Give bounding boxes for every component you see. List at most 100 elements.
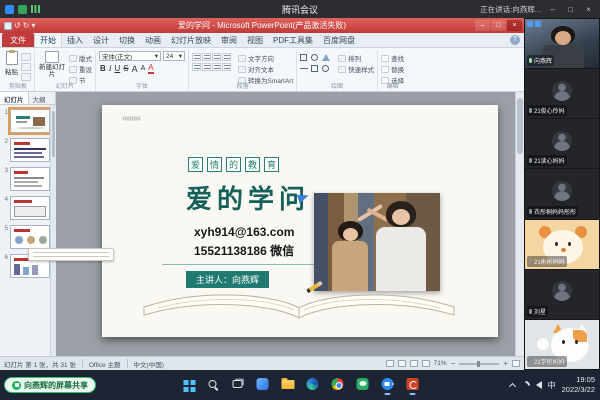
shape-oval-icon[interactable] [322,65,329,72]
arrange-button[interactable]: 排列 [338,53,374,63]
tab-animations[interactable]: 动画 [140,33,166,47]
shrink-font-button[interactable]: A [141,64,146,74]
tray-expand-icon[interactable] [509,382,516,389]
wifi-icon[interactable] [519,379,532,392]
tab-insert[interactable]: 插入 [62,33,88,47]
slide-thumbnail[interactable] [10,138,50,162]
scrollbar-thumb[interactable] [52,111,55,157]
slide-scrollbar-thumb[interactable] [517,98,523,154]
participant-tile[interactable]: 21读心妈妈 [525,119,599,168]
zoom-slider-knob[interactable] [477,361,480,367]
layout-button[interactable]: 版式 [69,53,92,63]
slide-thumbnail[interactable] [10,109,50,133]
ppt-restore-button[interactable]: □ [491,20,506,31]
reading-view-icon[interactable] [410,360,418,367]
tab-pdf-tools[interactable]: PDF工具集 [268,33,318,47]
tab-transitions[interactable]: 切换 [114,33,140,47]
screen-share-toast[interactable]: 向燕辉的屏幕共享 [4,377,96,393]
cut-icon[interactable] [21,53,31,61]
font-size-select[interactable]: 24 ▾ [163,51,185,61]
tab-baidu-netdisk[interactable]: 百度网盘 [318,33,360,47]
shapes-gallery[interactable] [300,51,331,74]
participant-tile[interactable]: 刘星 [525,270,599,319]
ppt-close-button[interactable]: × [507,20,522,31]
slide-sorter-icon[interactable] [398,360,406,367]
italic-button[interactable]: I [109,64,112,74]
shape-rect-icon[interactable] [311,65,318,72]
start-button[interactable] [180,375,196,393]
normal-view-icon[interactable] [386,360,394,367]
help-icon[interactable]: ? [510,35,520,45]
zoom-out-button[interactable]: − [451,360,456,368]
font-color-button[interactable]: A [148,63,153,74]
slide-scrollbar[interactable] [515,92,524,356]
slide-editing-area[interactable]: «««« 爱 情 的 教 育 爱的学问 xyh914@163.com 15521… [56,92,524,356]
slide-canvas[interactable]: «««« 爱 情 的 教 育 爱的学问 xyh914@163.com 15521… [102,105,498,337]
theme-name[interactable]: Office 主题 [89,359,121,369]
reset-button[interactable]: 重设 [69,64,92,74]
participant-tile[interactable]: 衣彤桐妈妈彤彤 [525,169,599,218]
task-view-button[interactable] [230,375,246,393]
slide-thumbnail[interactable] [10,167,50,191]
copy-icon[interactable] [21,63,31,71]
fit-to-window-icon[interactable] [512,360,520,367]
search-button[interactable] [205,375,221,393]
participant-tile[interactable]: 21彬彬妈妈 [525,220,599,269]
volume-icon[interactable] [536,381,542,389]
grow-font-button[interactable]: A [132,64,138,74]
slide-thumbnail[interactable] [10,196,50,220]
encryption-shield-icon[interactable] [18,5,27,14]
text-direction-button[interactable]: 文字方向 [238,53,293,63]
participant-tile[interactable]: 21俊心伶妈 [525,69,599,118]
shape-triangle-icon[interactable] [322,54,330,61]
participant-tile[interactable]: 向燕辉 [525,19,599,68]
tab-view[interactable]: 视图 [242,33,268,47]
numbering-icon[interactable] [202,53,211,61]
shape-square-icon[interactable] [300,54,307,61]
redo-icon[interactable]: ↻ [23,22,30,30]
tab-file[interactable]: 文件 [2,33,34,47]
meeting-close-button[interactable]: × [582,3,595,16]
align-left-icon[interactable] [192,63,201,71]
save-icon[interactable] [4,22,12,30]
participant-tile[interactable]: 21学彤妈妈 [525,320,599,369]
underline-button[interactable]: U [114,64,120,74]
quick-styles-button[interactable]: 快速样式 [338,64,374,74]
shape-circle-icon[interactable] [311,54,318,61]
pane-tab-outline[interactable]: 大纲 [29,92,50,104]
indent-decrease-icon[interactable] [212,53,221,61]
pane-tab-slides[interactable]: 幻灯片 [0,92,29,104]
bullets-icon[interactable] [192,53,201,61]
tab-slideshow[interactable]: 幻灯片放映 [166,33,216,47]
powerpoint-app-button[interactable] [405,375,421,393]
bold-button[interactable]: B [100,64,106,74]
language-indicator[interactable]: 中文(中国) [134,359,164,369]
strikethrough-button[interactable]: S [123,64,128,74]
undo-icon[interactable]: ↺ [14,22,21,30]
paste-button[interactable]: 粘贴 [5,51,18,76]
new-slide-button[interactable]: 新建幻灯片 [38,51,66,78]
chrome-button[interactable] [330,375,346,393]
edge-button[interactable] [305,375,321,393]
zoom-slider[interactable] [459,363,499,365]
justify-icon[interactable] [222,63,231,71]
tab-home[interactable]: 开始 [34,32,62,47]
taskbar-clock[interactable]: 19:05 2022/3/22 [562,375,595,395]
font-name-select[interactable]: 宋体(正文) ▾ [99,51,161,61]
zoom-percentage[interactable]: 71% [434,360,447,367]
qat-dropdown-icon[interactable]: ▾ [31,22,35,30]
tab-design[interactable]: 设计 [88,33,114,47]
ppt-minimize-button[interactable]: – [475,20,490,31]
align-center-icon[interactable] [202,63,211,71]
meeting-app-button[interactable] [380,375,396,393]
widgets-button[interactable] [255,375,271,393]
meeting-maximize-button[interactable]: □ [564,3,577,16]
input-language-indicator[interactable]: 中 [548,380,556,391]
slide-thumbnail[interactable] [10,225,50,249]
wechat-button[interactable] [355,375,371,393]
meeting-minimize-button[interactable]: – [546,3,559,16]
align-right-icon[interactable] [212,63,221,71]
zoom-in-button[interactable]: + [503,360,508,368]
slideshow-view-icon[interactable] [422,360,430,367]
file-explorer-button[interactable] [280,375,296,393]
